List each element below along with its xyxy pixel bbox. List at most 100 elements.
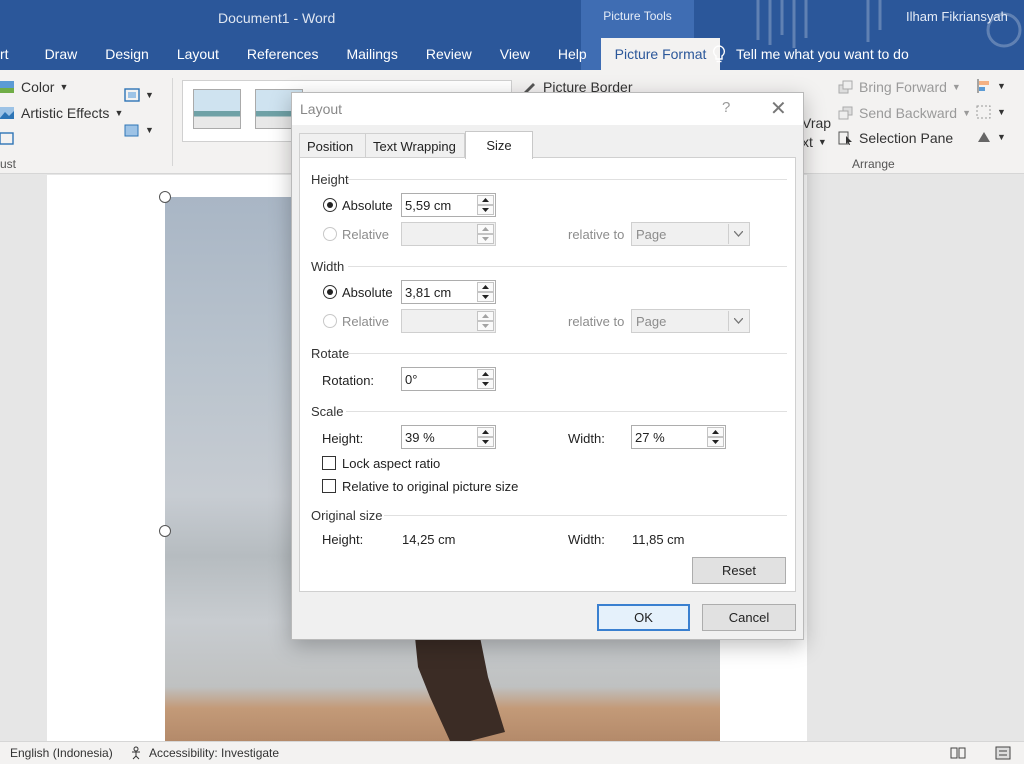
height-relative-to-select[interactable]: Page (631, 222, 750, 246)
spin-down-button[interactable] (477, 234, 494, 244)
reset-button[interactable]: Reset (692, 557, 786, 584)
width-relative-to-select[interactable]: Page (631, 309, 750, 333)
change-picture-button[interactable]: ▼ (124, 123, 154, 137)
help-button[interactable]: ? (722, 99, 730, 116)
rotation-value: 0° (405, 372, 418, 387)
cancel-button[interactable]: Cancel (702, 604, 796, 631)
tab-references[interactable]: References (233, 38, 333, 70)
spin-up-button[interactable] (477, 427, 494, 437)
original-width-value: 11,85 cm (632, 532, 685, 547)
wrap-text-button[interactable]: Vrap (802, 115, 831, 131)
tell-me-box[interactable]: Tell me what you want to do (712, 38, 909, 70)
chevron-up-icon (712, 430, 719, 434)
tab-insert[interactable]: rt (0, 38, 31, 70)
original-height-label: Height: (322, 532, 364, 547)
height-absolute-spinner[interactable]: 5,59 cm (401, 193, 496, 217)
resize-handle-top-left[interactable] (159, 191, 171, 203)
width-relative-radio[interactable] (323, 314, 337, 328)
chevron-down-icon: ▼ (145, 90, 154, 100)
close-icon[interactable]: ✕ (770, 96, 787, 121)
chevron-down-icon (482, 208, 489, 212)
dialog-title: Layout (300, 101, 343, 117)
tab-draw[interactable]: Draw (31, 38, 92, 70)
reset-picture-button[interactable] (0, 131, 16, 145)
ok-button[interactable]: OK (597, 604, 690, 631)
send-backward-button[interactable]: Send Backward ▼ (838, 105, 971, 121)
height-relative-to-label: relative to (568, 227, 625, 242)
width-relative-spinner[interactable] (401, 309, 496, 333)
chevron-down-icon: ▼ (114, 108, 124, 118)
tab-size[interactable]: Size (465, 131, 533, 159)
scale-width-label: Width: (568, 431, 605, 446)
chevron-down-icon: ▼ (59, 82, 69, 92)
chevron-down-icon: ▼ (997, 132, 1006, 142)
scale-width-value: 27 % (635, 430, 665, 445)
tab-help[interactable]: Help (544, 38, 601, 70)
compress-pictures-button[interactable]: ▼ (124, 88, 154, 102)
spin-down-button[interactable] (477, 437, 494, 447)
spin-down-button[interactable] (477, 292, 494, 302)
height-relative-spinner[interactable] (401, 222, 496, 246)
spin-down-button[interactable] (477, 205, 494, 215)
change-picture-icon (124, 124, 139, 137)
spin-up-button[interactable] (477, 311, 494, 321)
scale-height-spinner[interactable]: 39 % (401, 425, 496, 449)
read-mode-icon[interactable] (950, 746, 966, 760)
selection-pane-button[interactable]: Selection Pane (838, 130, 953, 146)
tab-text-wrapping[interactable]: Text Wrapping (365, 133, 465, 158)
chevron-down-icon (712, 440, 719, 444)
spin-down-button[interactable] (477, 321, 494, 331)
color-label: Color (21, 79, 55, 95)
artistic-effects-button[interactable]: Artistic Effects ▼ (0, 105, 123, 121)
tab-design[interactable]: Design (91, 38, 163, 70)
tab-review[interactable]: Review (412, 38, 486, 70)
chevron-down-icon (482, 382, 489, 386)
align-button[interactable]: ▼ (976, 79, 1006, 93)
resize-handle-middle-left[interactable] (159, 525, 171, 537)
spin-up-button[interactable] (707, 427, 724, 437)
group-objects-button[interactable]: ▼ (976, 105, 1006, 119)
bring-forward-label: Bring Forward (859, 79, 947, 95)
accessibility-icon (132, 746, 140, 760)
scale-section-title: Scale (311, 404, 344, 419)
spin-up-button[interactable] (477, 195, 494, 205)
height-absolute-radio[interactable] (323, 198, 337, 212)
spin-up-button[interactable] (477, 369, 494, 379)
rotation-spinner[interactable]: 0° (401, 367, 496, 391)
chevron-up-icon (482, 372, 489, 376)
chevron-down-icon (728, 224, 748, 244)
print-layout-icon[interactable] (995, 746, 1011, 760)
chevron-down-icon (482, 324, 489, 328)
relative-original-size-checkbox[interactable] (322, 479, 336, 493)
arrange-group-label: Arrange (852, 157, 895, 171)
tab-picture-format[interactable]: Picture Format (600, 38, 721, 70)
dialog-title-bar[interactable]: Layout ? ✕ (292, 93, 803, 125)
picture-style-thumbnail[interactable] (193, 89, 241, 129)
tab-position[interactable]: Position (299, 133, 366, 158)
lock-aspect-ratio-checkbox[interactable] (322, 456, 336, 470)
wrap-text-button-bottom[interactable]: xt ▼ (802, 134, 827, 150)
spin-down-button[interactable] (477, 379, 494, 389)
scale-width-spinner[interactable]: 27 % (631, 425, 726, 449)
adjust-group-label: ust (0, 157, 17, 171)
accessibility-indicator[interactable]: Accessibility: Investigate (130, 746, 279, 760)
person-figure (415, 637, 505, 741)
tab-mailings[interactable]: Mailings (332, 38, 411, 70)
section-divider (346, 411, 787, 412)
spin-up-button[interactable] (477, 224, 494, 234)
user-name[interactable]: Ilham Fikriansyah (906, 9, 1008, 24)
tab-layout[interactable]: Layout (163, 38, 233, 70)
tab-view[interactable]: View (486, 38, 544, 70)
language-indicator[interactable]: English (Indonesia) (10, 746, 113, 760)
bring-forward-button[interactable]: Bring Forward ▼ (838, 79, 961, 95)
width-absolute-spinner[interactable]: 3,81 cm (401, 280, 496, 304)
spin-down-button[interactable] (707, 437, 724, 447)
width-absolute-radio[interactable] (323, 285, 337, 299)
rotate-icon (978, 132, 990, 142)
rotate-objects-button[interactable]: ▼ (976, 130, 1006, 144)
height-relative-radio[interactable] (323, 227, 337, 241)
spin-up-button[interactable] (477, 282, 494, 292)
accessibility-label: Accessibility: Investigate (149, 746, 280, 760)
original-size-section-title: Original size (311, 508, 383, 523)
color-button[interactable]: Color ▼ (0, 79, 68, 95)
